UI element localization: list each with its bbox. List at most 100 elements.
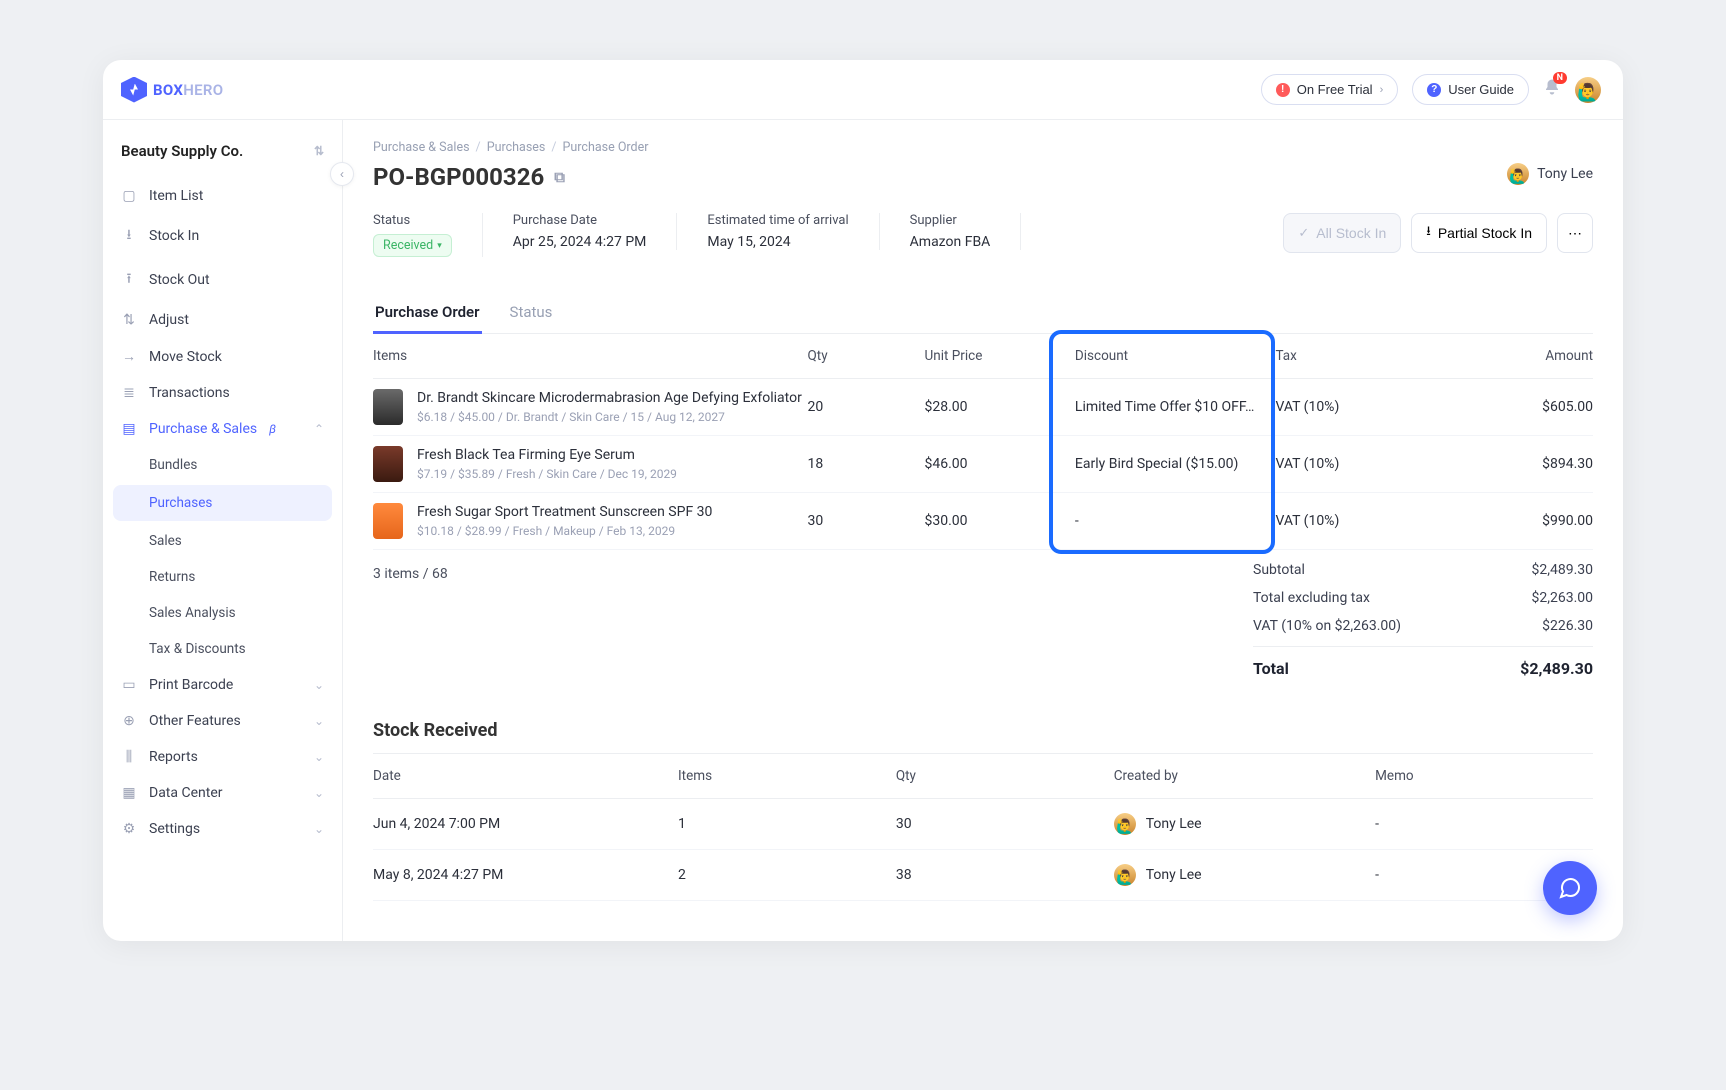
tab-status[interactable]: Status <box>508 293 555 333</box>
logo-text: BOXHERO <box>153 81 223 99</box>
sidebar-item[interactable]: ▦Data Center⌄ <box>103 775 342 811</box>
nav-icon: ⊕ <box>121 713 137 729</box>
item-qty: 20 <box>808 399 925 415</box>
items-footer: 3 items / 68 Subtotal$2,489.30 Total exc… <box>373 550 1593 684</box>
app-window: BOXHERO ! On Free Trial › ? User Guide N… <box>103 60 1623 941</box>
sidebar-item[interactable]: ≣Transactions <box>103 375 342 411</box>
col-qty: Qty <box>808 348 925 364</box>
table-row[interactable]: Dr. Brandt Skincare Microdermabrasion Ag… <box>373 379 1593 436</box>
table-row[interactable]: Fresh Sugar Sport Treatment Sunscreen SP… <box>373 493 1593 550</box>
notification-badge: N <box>1553 72 1567 84</box>
purchase-date-block: Purchase Date Apr 25, 2024 4:27 PM <box>513 213 678 250</box>
nav-icon: ⭱ <box>121 268 137 292</box>
sidebar-item[interactable]: ⭱Stock Out <box>103 258 342 302</box>
sidebar-item[interactable]: Tax & Discounts <box>103 631 342 667</box>
chevron-icon: ⌄ <box>314 750 324 764</box>
item-tax: VAT (10%) <box>1275 399 1425 415</box>
sidebar-item[interactable]: Sales <box>103 523 342 559</box>
item-discount: - <box>1075 513 1276 529</box>
tab-purchase-order[interactable]: Purchase Order <box>373 293 482 334</box>
col-created-by: Created by <box>1114 768 1375 784</box>
sidebar-item[interactable]: ⊕Other Features⌄ <box>103 703 342 739</box>
alert-icon: ! <box>1276 83 1290 97</box>
item-name: Fresh Black Tea Firming Eye Serum <box>417 447 677 463</box>
stock-row[interactable]: May 8, 2024 4:27 PM238🙋‍♂️Tony Lee- <box>373 850 1593 901</box>
eta-label: Estimated time of arrival <box>707 213 848 228</box>
nav-label: Settings <box>149 821 200 837</box>
guide-label: User Guide <box>1448 82 1514 97</box>
item-discount: Limited Time Offer $10 OFF… <box>1075 399 1276 415</box>
col-unit-price: Unit Price <box>925 348 1075 364</box>
breadcrumb-item[interactable]: Purchase & Sales <box>373 140 470 155</box>
stock-received-title: Stock Received <box>373 720 1593 741</box>
chevron-icon: ⌄ <box>314 786 324 800</box>
trial-button[interactable]: ! On Free Trial › <box>1261 74 1399 105</box>
nav-label: Data Center <box>149 785 223 801</box>
collapse-sidebar-button[interactable]: ‹ <box>330 162 354 186</box>
nav-label: Other Features <box>149 713 241 729</box>
stock-table-head: Date Items Qty Created by Memo <box>373 753 1593 799</box>
sidebar-item[interactable]: Bundles <box>103 447 342 483</box>
org-switcher[interactable]: Beauty Supply Co. ⇅ <box>103 138 342 178</box>
item-meta: $7.19 / $35.89 / Fresh / Skin Care / Dec… <box>417 467 677 481</box>
nav-icon: ▤ <box>121 421 137 437</box>
sidebar-item[interactable]: ⇅Adjust <box>103 302 342 338</box>
item-name: Fresh Sugar Sport Treatment Sunscreen SP… <box>417 504 712 520</box>
status-chip[interactable]: Received ▾ <box>373 234 452 257</box>
page-title: PO-BGP000326 ⧉ <box>373 163 565 191</box>
col-tax: Tax <box>1275 348 1425 364</box>
sidebar-item[interactable]: ▢Item List <box>103 178 342 214</box>
brand-logo[interactable]: BOXHERO <box>121 77 223 103</box>
more-actions-button[interactable]: ⋯ <box>1557 213 1593 253</box>
notifications-button[interactable]: N <box>1543 78 1561 101</box>
sidebar-item[interactable]: Returns <box>103 559 342 595</box>
sidebar-item[interactable]: ⭳Stock In <box>103 214 342 258</box>
user-avatar[interactable]: 🙋‍♂️ <box>1575 77 1601 103</box>
chat-fab[interactable] <box>1543 861 1597 915</box>
breadcrumb-item[interactable]: Purchase Order <box>563 140 649 155</box>
sidebar-item[interactable]: ▤Purchase & Salesβ⌃ <box>103 411 342 447</box>
po-tabs: Purchase Order Status <box>373 293 1593 334</box>
updown-icon: ⇅ <box>314 144 324 158</box>
chevron-right-icon: › <box>1380 84 1384 96</box>
table-row[interactable]: Fresh Black Tea Firming Eye Serum $7.19 /… <box>373 436 1593 493</box>
sidebar-item[interactable]: ⫼Reports⌄ <box>103 739 342 775</box>
sidebar-item[interactable]: Sales Analysis <box>103 595 342 631</box>
stock-qty: 30 <box>896 816 1114 832</box>
po-header: PO-BGP000326 ⧉ 🙋‍♂️ Tony Lee <box>373 163 1593 191</box>
sidebar-item[interactable]: Purchases <box>113 485 332 521</box>
help-icon: ? <box>1427 83 1441 97</box>
nav-label: Transactions <box>149 385 230 401</box>
chevron-icon: ⌄ <box>314 678 324 692</box>
breadcrumb: Purchase & Sales / Purchases / Purchase … <box>373 140 1593 155</box>
chat-icon <box>1558 876 1582 900</box>
partial-stock-in-button[interactable]: ⭳ Partial Stock In <box>1411 213 1547 253</box>
supplier-value: Amazon FBA <box>910 234 991 250</box>
owner-avatar: 🙋‍♂️ <box>1507 163 1529 185</box>
stock-qty: 38 <box>896 867 1114 883</box>
po-actions: ✓ All Stock In ⭳ Partial Stock In ⋯ <box>1283 213 1593 253</box>
nav-label: Move Stock <box>149 349 222 365</box>
main-content: Purchase & Sales / Purchases / Purchase … <box>343 120 1623 941</box>
stock-row[interactable]: Jun 4, 2024 7:00 PM130🙋‍♂️Tony Lee- <box>373 799 1593 850</box>
breadcrumb-item[interactable]: Purchases <box>487 140 546 155</box>
sidebar-item[interactable]: ⚙Settings⌄ <box>103 811 342 847</box>
nav-label: Reports <box>149 749 198 765</box>
chevron-icon: ⌄ <box>314 822 324 836</box>
copy-icon[interactable]: ⧉ <box>554 168 565 186</box>
user-avatar-icon: 🙋‍♂️ <box>1114 813 1136 835</box>
guide-button[interactable]: ? User Guide <box>1412 74 1529 105</box>
breadcrumb-sep: / <box>551 140 556 155</box>
col-amount: Amount <box>1426 348 1593 364</box>
item-tax: VAT (10%) <box>1275 456 1425 472</box>
vat-row: VAT (10% on $2,263.00)$226.30 <box>1253 612 1593 640</box>
nav-icon: ⭳ <box>121 224 137 248</box>
supplier-block: Supplier Amazon FBA <box>910 213 1022 250</box>
sidebar-item[interactable]: ▭Print Barcode⌄ <box>103 667 342 703</box>
col-discount: Discount <box>1075 348 1276 364</box>
purchase-date-label: Purchase Date <box>513 213 647 228</box>
sidebar-item[interactable]: →Move Stock <box>103 338 342 375</box>
eta-block: Estimated time of arrival May 15, 2024 <box>707 213 879 250</box>
col-stock-items: Items <box>678 768 896 784</box>
item-unit-price: $46.00 <box>925 456 1075 472</box>
